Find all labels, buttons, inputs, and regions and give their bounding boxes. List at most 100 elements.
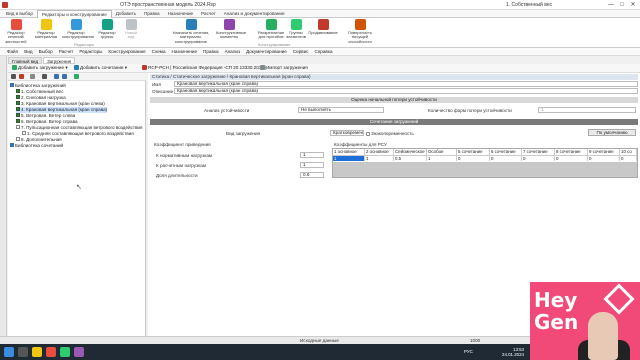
browser-icon[interactable]: [60, 347, 70, 357]
window-title: ОТЭ пространственная модель 2024.Rsp: [120, 2, 216, 8]
design-editor-button[interactable]: Редактор конструирования: [62, 19, 94, 43]
tree-combos-root[interactable]: Библиотека сочетаний: [10, 143, 63, 149]
ribbon-tab-view[interactable]: Вид и выбор: [2, 10, 37, 18]
tab-main-view[interactable]: Главный вид: [8, 57, 43, 64]
menu-help[interactable]: Справка: [311, 48, 335, 55]
sign-variable-label: Знакопеременность: [371, 131, 414, 136]
clock[interactable]: 13:53 24.01.2024: [486, 347, 524, 357]
description-label: Описание: [152, 89, 174, 94]
menu-file[interactable]: Файл: [4, 48, 21, 55]
menu-scheme[interactable]: Схема: [149, 48, 169, 55]
ribbon-tab-assign[interactable]: Назначение: [164, 10, 198, 18]
assign-sections-button[interactable]: Назначить сечения, материалы, конструиро…: [170, 19, 212, 43]
ribbon-tab-add[interactable]: Добавить: [112, 10, 140, 18]
minimize-button[interactable]: —: [606, 1, 616, 9]
ribbon-tab-calc[interactable]: Расчет: [197, 10, 220, 18]
tab-loads[interactable]: Загружения: [43, 57, 76, 64]
design-load-label: К расчетным нагрузкам: [156, 163, 206, 168]
messenger-icon[interactable]: [74, 347, 84, 357]
add-combo-button[interactable]: Добавить сочетание ▾: [74, 65, 127, 71]
rsu-cell[interactable]: 0: [490, 155, 522, 161]
menu-edit[interactable]: Правка: [200, 48, 222, 55]
menu-service[interactable]: Сервис: [290, 48, 312, 55]
maximize-button[interactable]: □: [617, 1, 627, 9]
checkbox-icon[interactable]: [366, 132, 370, 136]
rsu-cell[interactable]: 1: [365, 155, 394, 161]
material-editor-button[interactable]: Редактор материалов: [34, 19, 58, 43]
checkbox-icon[interactable]: [16, 107, 20, 111]
restraint-icon: [265, 19, 277, 30]
refresh-icon[interactable]: [74, 74, 79, 79]
rsu-cell[interactable]: 1: [427, 155, 457, 161]
start-icon[interactable]: [4, 347, 14, 357]
buckling-forms-label: Количество форм потери устойчивости: [428, 108, 512, 113]
name-field[interactable]: Крановая вертикальная (кран справа): [174, 81, 638, 87]
normative-load-field[interactable]: 1: [300, 152, 324, 158]
menu-analysis[interactable]: Анализ: [222, 48, 244, 55]
checkbox-icon[interactable]: [16, 95, 20, 99]
menu-calc[interactable]: Расчет: [56, 48, 77, 55]
design-code-select[interactable]: RCP-PCH | Российская Федерация -СП 20.13…: [142, 65, 266, 70]
loads-tree: Библиотека загружений 1. Собственный вес…: [8, 81, 146, 336]
checkbox-icon[interactable]: [16, 137, 20, 141]
group-editor-button[interactable]: Редактор группы: [94, 19, 120, 43]
stability-analysis-select[interactable]: Не выполнять: [298, 107, 384, 113]
title-bar: ОТЭ пространственная модель 2024.Rsp 1. …: [0, 0, 640, 10]
rsu-cell[interactable]: 0: [555, 155, 588, 161]
delete-icon[interactable]: [19, 74, 24, 79]
move-down-icon[interactable]: [62, 74, 67, 79]
design-load-field[interactable]: 1: [300, 162, 324, 168]
capacity-surface-button[interactable]: Поверхность несущей способности: [340, 19, 380, 43]
move-up-icon[interactable]: [54, 74, 59, 79]
tree-item-label: 4. Крановая вертикальная (кран справа): [21, 107, 108, 112]
rsu-cell[interactable]: 0: [457, 155, 490, 161]
rsu-cell[interactable]: 0: [588, 155, 620, 161]
menu-view[interactable]: Вид: [21, 48, 35, 55]
checkbox-icon[interactable]: [16, 125, 20, 129]
search-icon[interactable]: [18, 347, 28, 357]
description-field[interactable]: Крановая вертикальная (кран справа): [174, 88, 638, 94]
default-button[interactable]: По умолчанию: [588, 129, 636, 136]
checkbox-icon[interactable]: [16, 113, 20, 117]
deflection-restraint-label: Раскрепление для прогибов: [257, 30, 285, 40]
checkbox-icon[interactable]: [16, 101, 20, 105]
ribbon-tab-analysis[interactable]: Анализ и документирование: [220, 10, 289, 18]
buckling-forms-field[interactable]: 1: [538, 107, 636, 113]
checkbox-icon[interactable]: [16, 119, 20, 123]
ribbon-tab-editors[interactable]: Редакторы и конструирование: [36, 10, 112, 18]
copy-icon[interactable]: [11, 74, 16, 79]
app-icon[interactable]: [46, 347, 56, 357]
deflection-restraint-button[interactable]: Раскрепление для прогибов: [256, 19, 286, 43]
combo-icon: [74, 65, 79, 70]
paste-icon[interactable]: [42, 74, 47, 79]
language-indicator[interactable]: РУС: [464, 349, 473, 354]
folder-icon: [10, 83, 14, 87]
close-button[interactable]: ✕: [628, 1, 638, 9]
menu-documenting[interactable]: Документирование: [243, 48, 290, 55]
menu-assign[interactable]: Назначение: [169, 48, 201, 55]
rsu-cell[interactable]: 0.5: [394, 155, 427, 161]
checkbox-icon[interactable]: [22, 131, 26, 135]
cut-icon[interactable]: [30, 74, 35, 79]
heygen-watermark: Hey Gen: [530, 282, 640, 360]
import-icon: [260, 65, 265, 70]
punching-button[interactable]: Продавливание: [308, 19, 338, 43]
load-type-select[interactable]: Кратковременное: [330, 130, 364, 136]
sign-variable-checkbox[interactable]: Знакопеременность: [366, 131, 414, 136]
element-groups-button[interactable]: Группы элементов: [286, 19, 306, 43]
rsu-cell[interactable]: 0: [620, 155, 637, 161]
structural-elements-button[interactable]: Конструктивные элементы: [216, 19, 246, 43]
section-editor-button[interactable]: Редактор сечений/ жесткостей: [2, 19, 30, 43]
rsu-cell-selected[interactable]: 1: [333, 155, 365, 161]
new-view-button[interactable]: Новый вид: [122, 19, 140, 43]
rsu-cell[interactable]: 0: [522, 155, 555, 161]
menu-select[interactable]: Выбор: [36, 48, 56, 55]
menu-design[interactable]: Конструирование: [105, 48, 148, 55]
ribbon-tab-edit[interactable]: Правка: [140, 10, 164, 18]
menu-editors[interactable]: Редакторы: [76, 48, 105, 55]
add-load-button[interactable]: Добавить загружение ▾: [12, 65, 68, 71]
duration-share-field[interactable]: 0.6: [300, 172, 324, 178]
checkbox-icon[interactable]: [16, 89, 20, 93]
explorer-icon[interactable]: [32, 347, 42, 357]
import-load-button[interactable]: Импорт загружения: [260, 65, 308, 70]
